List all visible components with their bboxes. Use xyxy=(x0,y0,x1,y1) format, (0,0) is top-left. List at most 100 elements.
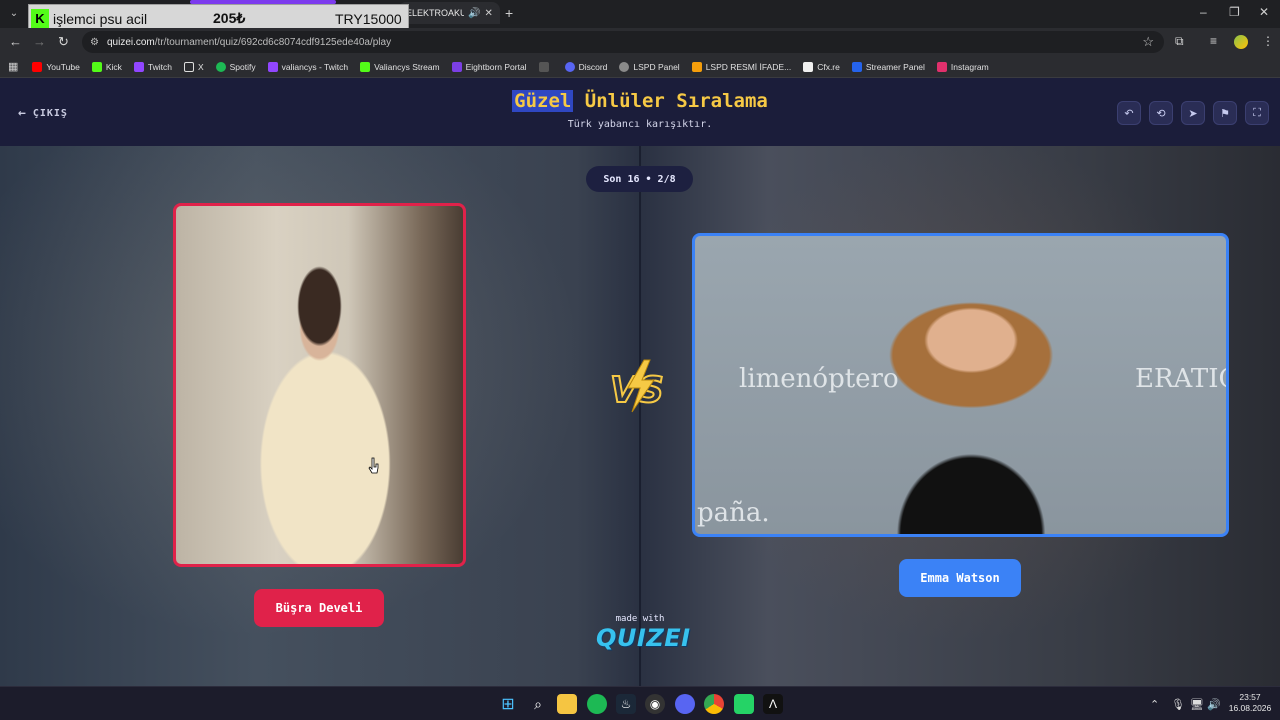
contestant-left-photo[interactable] xyxy=(173,203,466,567)
browser-tab-active[interactable]: ELEKTROAKUSTİ 🔊 ✕ xyxy=(398,2,500,24)
reload-icon[interactable]: ↻ xyxy=(58,34,69,50)
center-divider xyxy=(639,146,641,686)
report-button[interactable]: ⚑ xyxy=(1213,101,1237,125)
file-explorer-icon[interactable] xyxy=(557,694,577,714)
quizei-logo[interactable]: QUIZEI xyxy=(596,624,690,652)
volume-icon[interactable]: 🔊 xyxy=(1207,698,1221,711)
windows-taskbar: ⊞ ⌕ ♨ ◉ Λ ⌃ 🎙 🖥 🔊 23:57 16.08.2026 xyxy=(0,686,1280,720)
x-icon xyxy=(183,61,194,72)
cfx-icon xyxy=(803,61,814,72)
youtube-icon xyxy=(32,61,43,72)
badge-icon xyxy=(619,61,630,72)
match-stage: Son 16 • 2/8 limenóptero ERATIO paña. VS… xyxy=(0,146,1280,686)
undo-button[interactable]: ↶ xyxy=(1117,101,1141,125)
tab-search-chevron-icon[interactable]: ⌄ xyxy=(6,6,22,22)
new-tab-plus-icon[interactable]: + xyxy=(505,5,513,21)
round-indicator: Son 16 • 2/8 xyxy=(586,166,693,192)
photo-backdrop-text: limenóptero xyxy=(739,364,899,394)
restore-icon[interactable]: ❐ xyxy=(1229,5,1240,19)
contestant-right-button[interactable]: Emma Watson xyxy=(899,559,1021,597)
instagram-icon xyxy=(936,61,947,72)
address-bar[interactable]: ⚙ quizei.com/tr/tournament/quiz/692cd6c8… xyxy=(82,31,1164,53)
contestant-left-button[interactable]: Büşra Develi xyxy=(254,589,384,627)
dice-icon: ⟲ xyxy=(1156,107,1166,120)
close-window-icon[interactable]: ✕ xyxy=(1259,5,1269,19)
twitch-icon xyxy=(133,61,144,72)
title-highlight: Güzel xyxy=(512,90,574,112)
bookmark-cfx[interactable]: Cfx.re xyxy=(803,61,840,72)
bookmark-lspd-statement[interactable]: LSPD RESMİ İFADE... xyxy=(691,61,791,72)
back-arrow-icon[interactable]: ← xyxy=(9,34,22,49)
tab-title: ELEKTROAKUSTİ xyxy=(406,8,464,18)
microphone-icon[interactable]: 🎙 xyxy=(1171,698,1185,711)
search-icon[interactable]: ⌕ xyxy=(528,694,548,714)
close-tab-icon[interactable]: ✕ xyxy=(484,8,492,19)
restart-button[interactable]: ⟲ xyxy=(1149,101,1173,125)
title-rest: Ünlüler Sıralama xyxy=(573,90,768,112)
spotify-icon xyxy=(215,61,226,72)
windows-start-icon[interactable]: ⊞ xyxy=(498,694,518,714)
url-text[interactable]: quizei.com/tr/tournament/quiz/692cd6c807… xyxy=(107,37,391,48)
bookmark-camera[interactable] xyxy=(538,61,553,72)
network-icon[interactable]: 🖥 xyxy=(1190,698,1204,711)
page-title: Güzel Ünlüler Sıralama xyxy=(0,90,1280,112)
fullscreen-icon: ⛶ xyxy=(1253,106,1261,119)
undo-icon: ↶ xyxy=(1124,107,1134,120)
discord-icon xyxy=(564,61,575,72)
spotify-icon[interactable] xyxy=(587,694,607,714)
streamer-panel-icon xyxy=(851,61,862,72)
bookmark-valiancys-twitch[interactable]: valiancys - Twitch xyxy=(267,61,348,72)
minimize-icon[interactable]: – xyxy=(1200,5,1207,19)
chrome-icon[interactable] xyxy=(704,694,724,714)
fullscreen-button[interactable]: ⛶ xyxy=(1245,101,1269,125)
bookmark-youtube[interactable]: YouTube xyxy=(32,61,80,72)
overlay-goal: TRY15000 xyxy=(335,10,402,27)
site-info-icon[interactable]: ⚙ xyxy=(90,37,99,48)
clock-date: 16.08.2026 xyxy=(1228,703,1272,713)
bookmark-kick[interactable]: Kick xyxy=(91,61,122,72)
page-subtitle: Türk yabancı karışıktır. xyxy=(567,119,713,130)
bookmark-instagram[interactable]: Instagram xyxy=(936,61,989,72)
vs-lightning-icon: VS xyxy=(609,359,665,413)
browser-toolbar: ← → ↻ ⚙ quizei.com/tr/tournament/quiz/69… xyxy=(0,28,1280,56)
bookmark-lspd-panel[interactable]: LSPD Panel xyxy=(619,61,680,72)
system-clock[interactable]: 23:57 16.08.2026 xyxy=(1224,692,1276,714)
overlay-title: işlemci psu acil xyxy=(53,10,148,27)
speaker-icon[interactable]: 🔊 xyxy=(468,8,480,19)
link-icon xyxy=(691,61,702,72)
discord-icon[interactable] xyxy=(675,694,695,714)
bookmark-eightborn-portal[interactable]: Eightborn Portal xyxy=(451,61,527,72)
contestant-right-photo[interactable]: limenóptero ERATIO paña. xyxy=(692,233,1229,537)
whatsapp-icon[interactable] xyxy=(734,694,754,714)
bookmark-valiancys-stream[interactable]: Valiancys Stream xyxy=(360,61,440,72)
kick-icon xyxy=(360,61,371,72)
apps-grid-icon[interactable]: ▦ xyxy=(8,60,18,73)
bookmark-twitch[interactable]: Twitch xyxy=(133,61,172,72)
eightborn-icon xyxy=(451,61,462,72)
media-control-icon[interactable]: ≡ xyxy=(1210,34,1217,48)
made-with-label: made with xyxy=(615,614,665,624)
photo-backdrop-text: ERATIO xyxy=(1135,364,1226,394)
bookmark-spotify[interactable]: Spotify xyxy=(215,61,256,72)
cfx-icon[interactable]: Λ xyxy=(763,694,783,714)
quiz-header: ← ÇIKIŞ Güzel Ünlüler Sıralama Türk yaba… xyxy=(0,78,1280,146)
bookmarks-bar: ▦ YouTube Kick Twitch X Spotify valiancy… xyxy=(0,56,1280,78)
camera-icon xyxy=(538,61,549,72)
twitch-icon xyxy=(267,61,278,72)
bookmark-star-icon[interactable]: ☆ xyxy=(1142,34,1154,50)
steam-icon[interactable]: ♨ xyxy=(616,694,636,714)
tray-overflow-chevron-icon[interactable]: ⌃ xyxy=(1150,698,1159,711)
kebab-menu-icon[interactable]: ⋮ xyxy=(1262,34,1274,48)
photo-backdrop-text: paña. xyxy=(697,498,770,528)
bookmark-streamer-panel[interactable]: Streamer Panel xyxy=(851,61,925,72)
profile-avatar[interactable] xyxy=(1234,35,1248,49)
bookmark-discord[interactable]: Discord xyxy=(564,61,607,72)
clock-time: 23:57 xyxy=(1239,692,1261,702)
kick-logo-icon: K xyxy=(31,8,49,29)
extensions-icon[interactable]: ⧉ xyxy=(1175,34,1184,49)
forward-arrow-icon[interactable]: → xyxy=(33,34,46,49)
bookmark-x[interactable]: X xyxy=(183,61,204,72)
quiz-page: ← ÇIKIŞ Güzel Ünlüler Sıralama Türk yaba… xyxy=(0,78,1280,686)
obs-icon[interactable]: ◉ xyxy=(645,694,665,714)
share-button[interactable]: ➤ xyxy=(1181,101,1205,125)
